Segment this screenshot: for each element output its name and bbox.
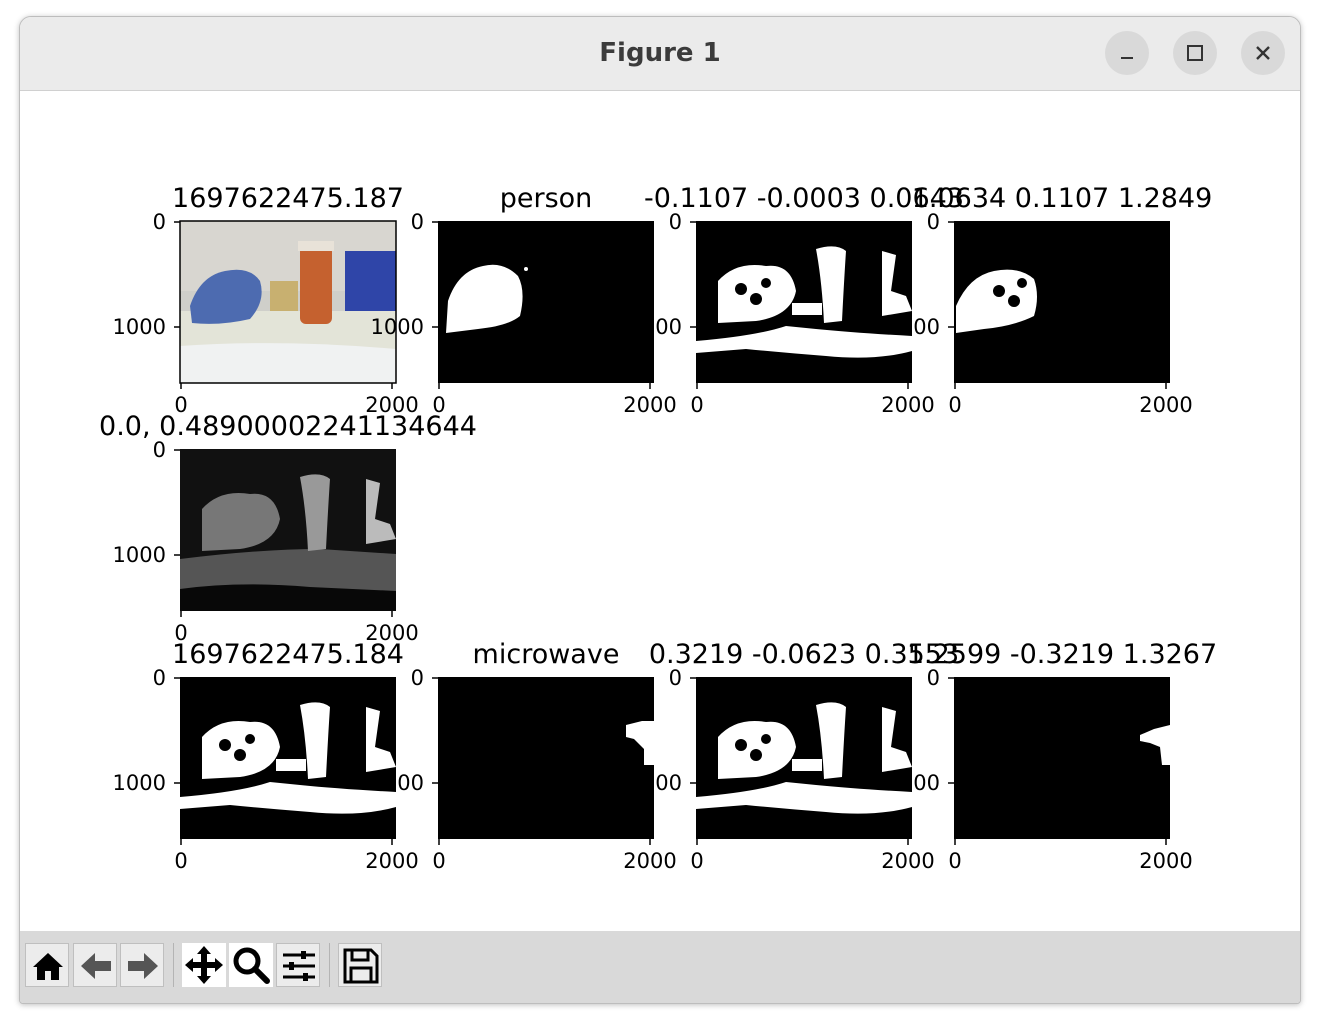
x-tick-label: 0 <box>948 849 961 873</box>
home-button[interactable] <box>25 943 69 987</box>
back-arrow-icon <box>81 953 111 979</box>
subplot-title: 1697622475.187 <box>172 183 404 214</box>
configure-subplots-icon <box>283 951 315 981</box>
y-tick-label: 1000 <box>887 771 940 795</box>
y-tick-label: 0 <box>927 210 940 234</box>
configure-subplots-button[interactable] <box>276 943 320 987</box>
y-tick-label: 1000 <box>887 315 940 339</box>
x-tick-label: 2000 <box>1139 393 1192 417</box>
x-tick-label: 2000 <box>365 393 418 417</box>
zoom-magnifier-icon <box>233 947 270 984</box>
save-floppy-icon <box>343 948 379 984</box>
y-tick-label: 1000 <box>113 543 166 567</box>
x-tick-label: 0 <box>690 849 703 873</box>
x-tick-label: 0 <box>432 393 445 417</box>
x-tick-label: 0 <box>948 393 961 417</box>
y-tick-label: 1000 <box>113 315 166 339</box>
forward-button[interactable] <box>120 943 164 987</box>
figure-window: Figure 1 1697622475.187 person -0.1107 -… <box>19 16 1301 1004</box>
y-tick-label: 0 <box>153 438 166 462</box>
x-tick-label: 2000 <box>1139 849 1192 873</box>
y-tick-label: 1000 <box>371 771 424 795</box>
y-tick-label: 0 <box>411 666 424 690</box>
y-tick-label: 0 <box>153 210 166 234</box>
y-tick-label: 1000 <box>629 771 682 795</box>
pan-button[interactable] <box>182 943 226 987</box>
x-tick-label: 2000 <box>881 393 934 417</box>
subplot-grid: 1697622475.187 person -0.1107 -0.0003 0.… <box>99 183 1217 873</box>
subplot-1-2[interactable]: person <box>438 183 654 383</box>
subplot-1-4[interactable]: 1.0634 0.1107 1.2849 <box>912 183 1213 383</box>
x-tick-label: 2000 <box>365 621 418 645</box>
close-icon <box>1256 46 1270 60</box>
y-tick-label: 0 <box>669 210 682 234</box>
subplot-title: microwave <box>473 639 620 670</box>
subplot-3-4[interactable]: 1.2599 -0.3219 1.3267 <box>907 639 1217 839</box>
forward-arrow-icon <box>128 953 158 979</box>
x-tick-label: 2000 <box>365 849 418 873</box>
y-tick-label: 1000 <box>113 771 166 795</box>
maximize-icon <box>1187 45 1203 61</box>
minimize-icon <box>1121 57 1133 59</box>
pan-move-icon <box>185 946 223 984</box>
subplot-3-2[interactable]: microwave <box>438 639 654 839</box>
y-tick-label: 1000 <box>371 315 424 339</box>
figure-canvas[interactable]: 1697622475.187 person -0.1107 -0.0003 0.… <box>20 91 1300 931</box>
subplot-1-1[interactable]: 1697622475.187 <box>172 183 404 384</box>
y-tick-label: 0 <box>153 666 166 690</box>
x-tick-label: 0 <box>690 393 703 417</box>
save-button[interactable] <box>338 943 382 987</box>
y-tick-label: 0 <box>927 666 940 690</box>
x-tick-label: 0 <box>432 849 445 873</box>
x-tick-label: 2000 <box>623 393 676 417</box>
x-tick-label: 0 <box>174 621 187 645</box>
subplot-title: person <box>500 183 593 214</box>
y-tick-label: 0 <box>669 666 682 690</box>
maximize-button[interactable] <box>1173 31 1217 75</box>
subplot-title: 1.2599 -0.3219 1.3267 <box>907 639 1217 670</box>
y-tick-label: 1000 <box>629 315 682 339</box>
subplot-title: 1.0634 0.1107 1.2849 <box>912 183 1213 214</box>
zoom-button[interactable] <box>229 943 273 987</box>
close-button[interactable] <box>1241 31 1285 75</box>
back-button[interactable] <box>73 943 117 987</box>
y-tick-label: 0 <box>411 210 424 234</box>
subplot-3-1[interactable]: 1697622475.184 <box>172 639 404 839</box>
title-bar[interactable]: Figure 1 <box>20 17 1300 91</box>
x-tick-label: 0 <box>174 849 187 873</box>
x-tick-label: 2000 <box>881 849 934 873</box>
home-icon <box>33 953 63 980</box>
x-tick-label: 2000 <box>623 849 676 873</box>
navigation-toolbar <box>20 931 1300 1003</box>
minimize-button[interactable] <box>1105 31 1149 75</box>
x-tick-label: 0 <box>174 393 187 417</box>
